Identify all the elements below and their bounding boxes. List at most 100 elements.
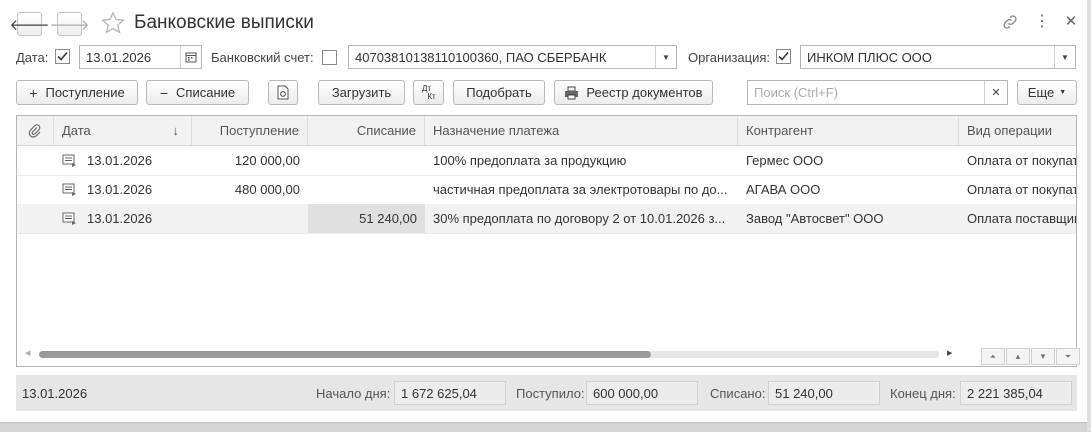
bank-account-value: 40703810138110100360, ПАО СБЕРБАНК: [355, 49, 607, 65]
end-of-day-value: 2 221 385,04: [960, 381, 1072, 405]
chevron-down-icon: ▼: [1059, 89, 1067, 96]
bank-account-label: Банковский счет:: [211, 50, 314, 65]
written-off-label: Списано:: [710, 386, 766, 401]
horizontal-scrollbar-track[interactable]: [39, 351, 939, 358]
link-button[interactable]: [1001, 13, 1021, 33]
receipt-column-label: Поступление: [219, 123, 299, 138]
date-checkbox[interactable]: [55, 49, 70, 64]
link-icon: [1003, 15, 1017, 29]
totals-footer: 13.01.2026 Начало дня: 1 672 625,04 Пост…: [16, 375, 1077, 411]
bank-account-checkbox[interactable]: [322, 50, 337, 65]
table-header: Дата ↓ Поступление Списание Назначение п…: [17, 116, 1076, 146]
row-writeoff: [308, 146, 425, 175]
row-writeoff-active-cell[interactable]: 51 240,00: [308, 204, 425, 233]
chevron-down-icon: ▼: [662, 52, 670, 62]
first-row-icon: ⏶: [989, 351, 997, 361]
scroll-left-button[interactable]: ◀: [25, 349, 30, 357]
row-date: 13.01.2026: [87, 182, 153, 197]
horizontal-scrollbar-thumb[interactable]: [39, 351, 651, 358]
operation-column-header[interactable]: Вид операции: [959, 116, 1076, 145]
row-operation: Оплата от покупат: [967, 182, 1077, 197]
minus-icon: −: [159, 84, 169, 101]
back-button[interactable]: 🡐: [9, 12, 50, 36]
table-row[interactable]: 13.01.2026 120 000,00 100% предоплата за…: [17, 146, 1076, 176]
counterparty-column-header[interactable]: Контрагент: [738, 116, 959, 145]
add-writeoff-label: Списание: [176, 85, 236, 100]
checkmark-icon: [57, 51, 68, 61]
favorite-star-button[interactable]: [100, 10, 126, 36]
scroll-down-button[interactable]: ▼: [1031, 348, 1055, 365]
table-row-selected[interactable]: 13.01.2026 51 240,00 30% предоплата по д…: [17, 204, 1076, 234]
scroll-up-button[interactable]: ▲: [1006, 348, 1030, 365]
row-counterparty: АГАВА ООО: [746, 182, 821, 197]
calendar-button[interactable]: [180, 46, 201, 68]
scroll-to-top-button[interactable]: ⏶: [981, 348, 1005, 365]
more-vert-button[interactable]: ⋮: [1034, 12, 1050, 32]
start-of-day-label: Начало дня:: [316, 386, 391, 401]
statements-table[interactable]: Дата ↓ Поступление Списание Назначение п…: [16, 115, 1077, 367]
organization-value: ИНКОМ ПЛЮС ООО: [807, 49, 932, 65]
table-row[interactable]: 13.01.2026 480 000,00 частичная предопла…: [17, 175, 1076, 205]
add-receipt-label: Поступление: [45, 85, 125, 100]
clear-icon: ✕: [991, 87, 1001, 99]
add-receipt-button[interactable]: + Поступление: [16, 80, 138, 105]
date-value: 13.01.2026: [86, 49, 152, 65]
scroll-to-bottom-button[interactable]: ⏷: [1056, 348, 1080, 365]
chevron-down-icon: ▼: [1039, 352, 1047, 361]
date-column-header[interactable]: Дата ↓: [54, 116, 192, 145]
back-arrow-icon: 🡐: [9, 16, 50, 34]
row-operation: Оплата от покупат: [967, 153, 1077, 168]
more-vert-icon: ⋮: [1034, 13, 1050, 30]
operation-column-label: Вид операции: [967, 123, 1053, 138]
forward-button[interactable]: 🡒: [49, 12, 90, 36]
more-button[interactable]: Еще ▼: [1017, 80, 1077, 105]
dt-kt-button[interactable]: Дт Кт: [413, 80, 444, 105]
date-field[interactable]: 13.01.2026: [79, 45, 202, 69]
purpose-column-header[interactable]: Назначение платежа: [425, 116, 738, 145]
load-button[interactable]: Загрузить: [318, 80, 405, 105]
organization-checkbox[interactable]: [776, 49, 791, 64]
received-value: 600 000,00: [586, 381, 698, 405]
search-input[interactable]: Поиск (Ctrl+F) ✕: [747, 80, 1008, 105]
star-icon: [101, 11, 125, 34]
page-title: Банковские выписки: [134, 12, 314, 33]
clear-search-button[interactable]: ✕: [984, 81, 1007, 104]
row-purpose: 30% предоплата по договору 2 от 10.01.20…: [433, 211, 726, 226]
row-date: 13.01.2026: [87, 211, 153, 226]
written-off-value: 51 240,00: [768, 381, 880, 405]
paperclip-icon: [28, 124, 41, 138]
organization-field[interactable]: ИНКОМ ПЛЮС ООО ▼: [800, 45, 1076, 69]
row-receipt: [192, 204, 308, 233]
document-icon: [277, 85, 289, 100]
receipt-column-header[interactable]: Поступление: [192, 116, 308, 145]
row-receipt: 120 000,00: [234, 153, 300, 168]
more-label: Еще: [1027, 85, 1055, 100]
end-of-day-label: Конец дня:: [890, 386, 956, 401]
close-icon: ✕: [1064, 13, 1078, 30]
date-label: Дата:: [16, 50, 49, 65]
received-label: Поступило:: [516, 386, 585, 401]
date-column-label: Дата: [62, 123, 91, 138]
row-writeoff: [308, 175, 425, 204]
writeoff-column-label: Списание: [356, 123, 416, 138]
copy-document-button[interactable]: [268, 80, 298, 105]
bank-account-dropdown[interactable]: ▼: [655, 46, 676, 68]
row-operation: Оплата поставщик: [967, 211, 1077, 226]
bank-document-icon: [62, 183, 76, 196]
search-placeholder: Поиск (Ctrl+F): [754, 85, 839, 100]
scroll-right-button[interactable]: ▶: [947, 349, 952, 357]
bank-account-field[interactable]: 40703810138110100360, ПАО СБЕРБАНК ▼: [348, 45, 677, 69]
document-registry-button[interactable]: Реестр документов: [554, 80, 713, 105]
row-receipt: 480 000,00: [234, 182, 300, 197]
footer-date: 13.01.2026: [22, 386, 88, 401]
writeoff-column-header[interactable]: Списание: [308, 116, 425, 145]
plus-icon: +: [29, 84, 38, 101]
select-button[interactable]: Подобрать: [453, 80, 545, 105]
add-writeoff-button[interactable]: − Списание: [146, 80, 249, 105]
attachment-column-header[interactable]: [17, 116, 54, 145]
close-button[interactable]: ✕: [1063, 12, 1079, 32]
document-registry-label: Реестр документов: [586, 85, 703, 100]
chevron-down-icon: ▼: [1061, 52, 1069, 62]
organization-dropdown[interactable]: ▼: [1054, 46, 1075, 68]
window-right-edge: [1087, 0, 1091, 431]
